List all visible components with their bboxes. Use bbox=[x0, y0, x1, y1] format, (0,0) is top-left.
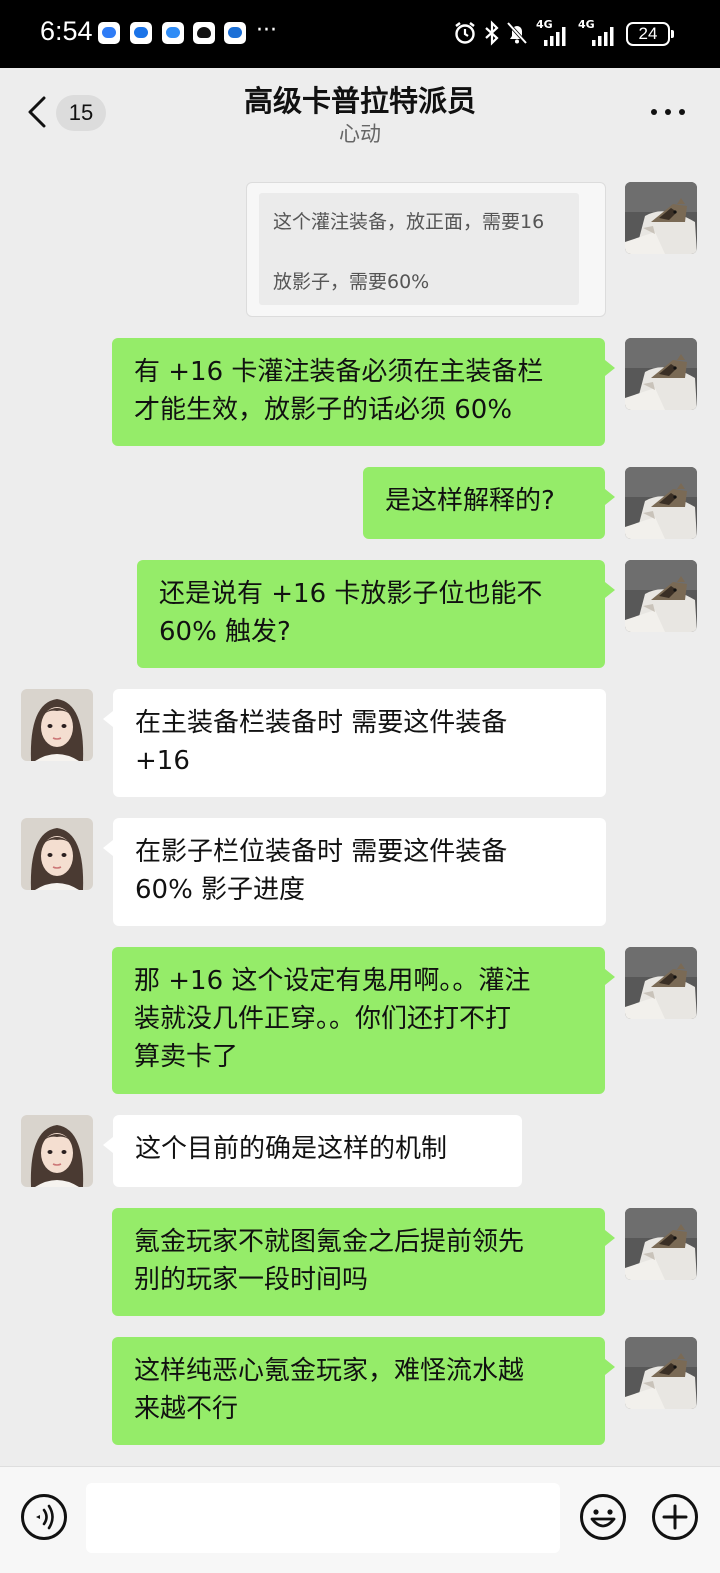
bluetooth-icon bbox=[485, 20, 499, 46]
my-avatar[interactable] bbox=[625, 560, 697, 632]
plus-icon[interactable] bbox=[651, 1493, 699, 1541]
mute-icon bbox=[506, 21, 528, 45]
message-line: 有 +16 卡灌注装备必须在主装备栏 bbox=[134, 357, 544, 387]
message-line: 氪金玩家不就图氪金之后提前领先 bbox=[134, 1227, 525, 1257]
contact-avatar[interactable] bbox=[21, 1115, 93, 1187]
my-message-bubble[interactable]: 氪金玩家不就图氪金之后提前领先 别的玩家一段时间吗 bbox=[112, 1208, 615, 1316]
contact-avatar[interactable] bbox=[21, 818, 93, 890]
my-avatar[interactable] bbox=[625, 1208, 697, 1280]
message-row: 那 +16 这个设定有鬼用啊。。灌注 装就没几件正穿。。你们还打不打 算卖卡了 bbox=[0, 947, 720, 1094]
status-bar: 6:54 ··· 4G 4G 24 bbox=[0, 0, 720, 68]
message-row: 这个目前的确是这样的机制 bbox=[0, 1115, 720, 1187]
notification-app-icon bbox=[98, 22, 120, 44]
emoji-icon[interactable] bbox=[579, 1493, 627, 1541]
message-line: 这样纯恶心氪金玩家，难怪流水越 bbox=[134, 1356, 525, 1386]
their-message-bubble[interactable]: 在影子栏位装备时 需要这件装备 60% 影子进度 bbox=[103, 818, 606, 926]
alarm-icon bbox=[455, 22, 475, 44]
voice-icon[interactable] bbox=[20, 1493, 68, 1541]
image-text-line: 放影子，需要60% bbox=[273, 271, 430, 293]
contact-avatar[interactable] bbox=[21, 689, 93, 761]
message-line: 在影子栏位装备时 需要这件装备 bbox=[135, 837, 508, 867]
message-row: 还是说有 +16 卡放影子位也能不 60% 触发? bbox=[0, 560, 720, 668]
notification-app-icon bbox=[162, 22, 184, 44]
message-line: 才能生效，放影子的话必须 60% bbox=[134, 395, 513, 425]
signal-icon bbox=[592, 27, 614, 46]
my-avatar[interactable] bbox=[625, 947, 697, 1019]
message-row: 是这样解释的? bbox=[0, 467, 720, 539]
chat-header: 15 高级卡普拉特派员 心动 bbox=[0, 68, 720, 156]
message-row: 这样纯恶心氪金玩家，难怪流水越 来越不行 bbox=[0, 1337, 720, 1445]
message-row: 有 +16 卡灌注装备必须在主装备栏 才能生效，放影子的话必须 60% bbox=[0, 338, 720, 446]
message-line: 那 +16 这个设定有鬼用啊。。灌注 bbox=[134, 966, 531, 996]
chevron-left-icon[interactable] bbox=[22, 94, 52, 130]
my-avatar[interactable] bbox=[625, 182, 697, 254]
battery-indicator: 24 bbox=[626, 22, 670, 46]
message-row: 这个灌注装备，放正面，需要16 放影子，需要60% bbox=[0, 182, 720, 318]
more-dots-icon[interactable] bbox=[648, 106, 688, 118]
message-line: +16 bbox=[135, 746, 190, 776]
message-line: 60% 触发? bbox=[159, 617, 291, 647]
battery-tip bbox=[671, 30, 674, 38]
my-message-bubble[interactable]: 这样纯恶心氪金玩家，难怪流水越 来越不行 bbox=[112, 1337, 615, 1445]
my-message-bubble[interactable]: 是这样解释的? bbox=[363, 467, 615, 539]
message-line: 装就没几件正穿。。你们还打不打 bbox=[134, 1004, 512, 1034]
my-avatar[interactable] bbox=[625, 467, 697, 539]
message-line: 算卖卡了 bbox=[134, 1042, 239, 1072]
my-avatar[interactable] bbox=[625, 338, 697, 410]
screenshot-image: 这个灌注装备，放正面，需要16 放影子，需要60% bbox=[259, 193, 579, 305]
input-bar bbox=[0, 1466, 720, 1573]
qq-icon bbox=[193, 22, 215, 44]
image-message[interactable]: 这个灌注装备，放正面，需要16 放影子，需要60% bbox=[246, 182, 606, 317]
message-line: 60% 影子进度 bbox=[135, 875, 306, 905]
more-notifications-icon: ··· bbox=[256, 18, 277, 43]
my-message-bubble[interactable]: 有 +16 卡灌注装备必须在主装备栏 才能生效，放影子的话必须 60% bbox=[112, 338, 615, 446]
message-row: 氪金玩家不就图氪金之后提前领先 别的玩家一段时间吗 bbox=[0, 1208, 720, 1316]
my-avatar[interactable] bbox=[625, 1337, 697, 1409]
message-line: 这个目前的确是这样的机制 bbox=[135, 1134, 448, 1164]
message-line: 在主装备栏装备时 需要这件装备 bbox=[135, 708, 508, 738]
message-line: 是这样解释的? bbox=[385, 486, 555, 516]
their-message-bubble[interactable]: 这个目前的确是这样的机制 bbox=[103, 1115, 522, 1187]
their-message-bubble[interactable]: 在主装备栏装备时 需要这件装备 +16 bbox=[103, 689, 606, 797]
my-message-bubble[interactable]: 那 +16 这个设定有鬼用啊。。灌注 装就没几件正穿。。你们还打不打 算卖卡了 bbox=[112, 947, 615, 1094]
unread-count-badge[interactable]: 15 bbox=[56, 95, 106, 131]
message-row: 在主装备栏装备时 需要这件装备 +16 bbox=[0, 689, 720, 797]
image-text-line: 这个灌注装备，放正面，需要16 bbox=[273, 211, 545, 233]
my-message-bubble[interactable]: 还是说有 +16 卡放影子位也能不 60% 触发? bbox=[137, 560, 615, 668]
message-line: 别的玩家一段时间吗 bbox=[134, 1265, 369, 1295]
status-time: 6:54 bbox=[40, 16, 93, 46]
notification-app-icon bbox=[130, 22, 152, 44]
notification-app-icon bbox=[224, 22, 246, 44]
message-input[interactable] bbox=[86, 1483, 560, 1553]
message-line: 还是说有 +16 卡放影子位也能不 bbox=[159, 579, 543, 609]
chat-screen: 6:54 ··· 4G 4G 24 15 高级卡普拉特派员 心动 这个灌注装备，… bbox=[0, 0, 720, 1573]
message-line: 来越不行 bbox=[134, 1394, 239, 1424]
chat-title: 高级卡普拉特派员 bbox=[243, 84, 476, 118]
message-row: 在影子栏位装备时 需要这件装备 60% 影子进度 bbox=[0, 818, 720, 926]
chat-subtitle: 心动 bbox=[339, 122, 381, 146]
signal-icon bbox=[544, 27, 566, 46]
